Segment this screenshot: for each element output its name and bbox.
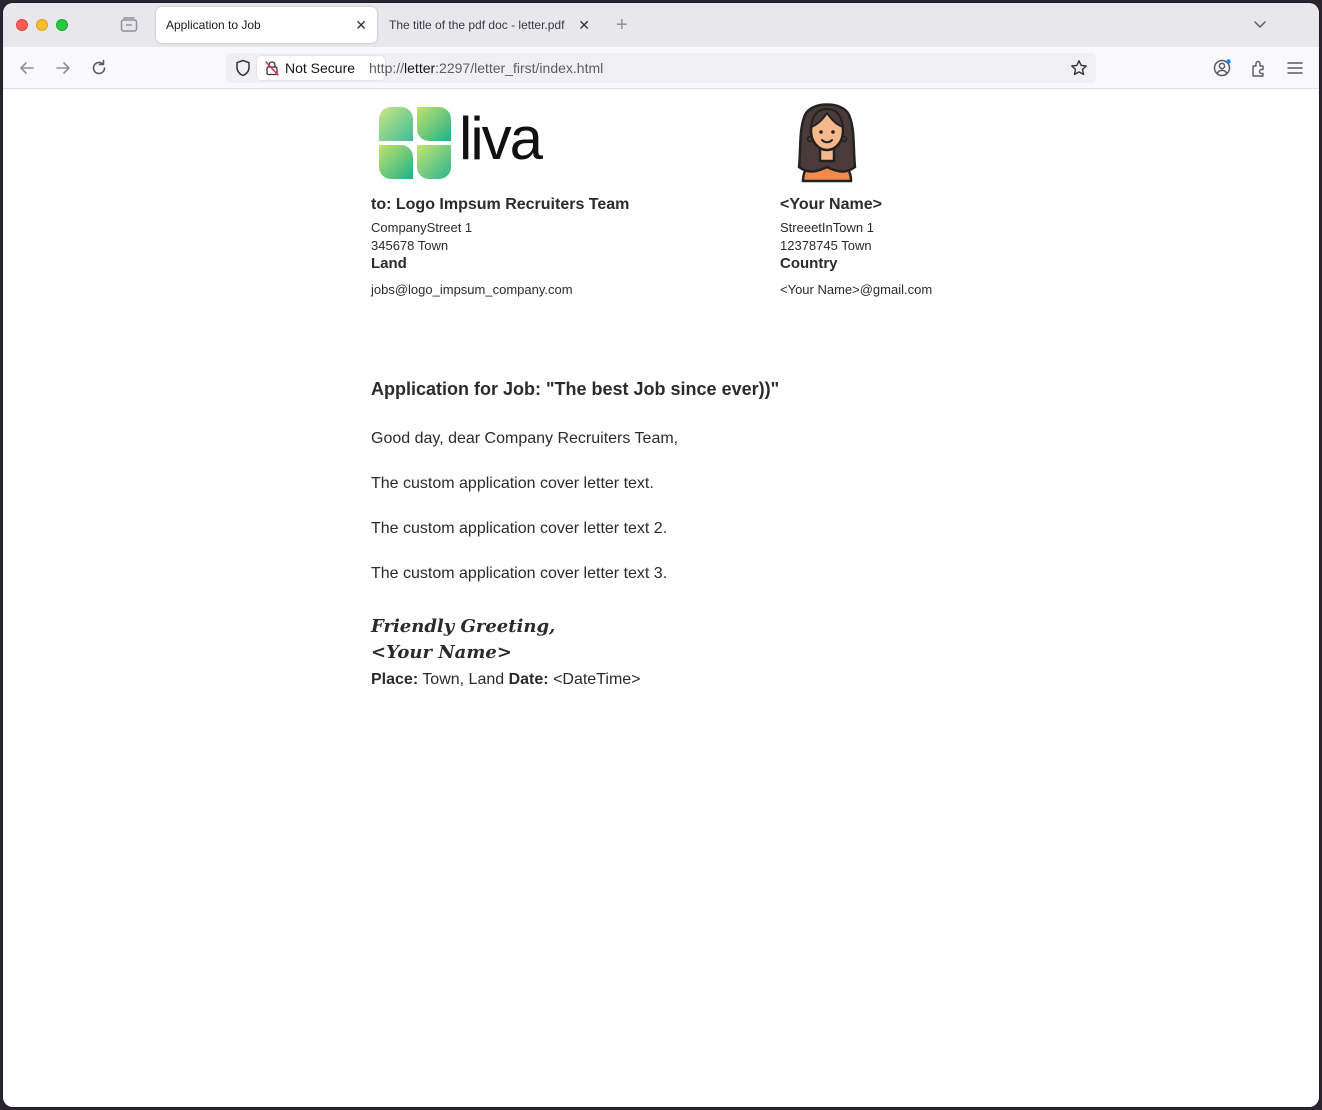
tab-title: The title of the pdf doc - letter.pdf (389, 18, 565, 32)
window-close-button[interactable] (16, 19, 28, 31)
company-logo-icon (379, 107, 451, 179)
sender-address: <Your Name> StreeetInTown 1 12378745 Tow… (780, 193, 1080, 299)
letter-closing: Friendly Greeting, (371, 616, 556, 637)
letter-subject: Application for Job: "The best Job since… (371, 379, 780, 399)
url-prefix: http:// (369, 60, 405, 76)
close-icon[interactable]: ✕ (578, 7, 590, 43)
url-host: letter (404, 60, 436, 76)
page-content: liva to: Logo Impsum Recruiters Team Com… (3, 89, 1319, 1107)
company-logo-text: liva (459, 105, 543, 172)
url-path: :2297/letter_first/index.html (435, 60, 604, 76)
new-tab-button[interactable]: + (616, 11, 628, 39)
tabs-overview-icon[interactable] (119, 15, 139, 35)
account-icon[interactable] (1212, 58, 1232, 78)
recipient-street: CompanyStreet 1 (371, 220, 473, 235)
hamburger-menu-icon[interactable] (1285, 58, 1305, 78)
back-arrow-icon[interactable] (17, 58, 37, 78)
letter-paragraph: The custom application cover letter text… (371, 565, 668, 582)
place-value: Town, Land (422, 671, 505, 688)
recipient-zip-town: 345678 Town (371, 238, 449, 253)
window-minimize-button[interactable] (36, 19, 48, 31)
extensions-icon[interactable] (1249, 58, 1269, 78)
tab-application-to-job[interactable]: Application to Job ✕ (156, 7, 377, 43)
sender-zip-town: 12378745 Town (780, 238, 872, 253)
shield-icon[interactable] (234, 59, 252, 77)
tab-bar: Application to Job ✕ The title of the pd… (3, 3, 1319, 47)
date-value: <DateTime> (553, 671, 641, 688)
letter-signature: <Your Name> (371, 642, 512, 663)
recipient-email: jobs@logo_impsum_company.com (371, 282, 573, 297)
url-text[interactable]: http://letter:2297/letter_first/index.ht… (369, 53, 603, 83)
tab-letter-pdf[interactable]: The title of the pdf doc - letter.pdf ✕ (379, 7, 600, 43)
browser-window: Application to Job ✕ The title of the pd… (3, 3, 1319, 1107)
close-icon[interactable]: ✕ (355, 7, 367, 43)
recipient-heading: to: Logo Impsum Recruiters Team (371, 196, 630, 213)
place-date-line: Place: Town, Land Date: <DateTime> (371, 671, 641, 689)
sender-email: <Your Name>@gmail.com (780, 282, 933, 297)
window-maximize-button[interactable] (56, 19, 68, 31)
sender-street: StreeetInTown 1 (780, 220, 874, 235)
insecure-lock-icon (265, 61, 279, 76)
date-label: Date: (508, 671, 549, 688)
recipient-country: Land (371, 255, 407, 272)
bookmark-star-icon[interactable] (1070, 59, 1088, 77)
reload-icon[interactable] (89, 58, 109, 78)
sender-country: Country (780, 255, 838, 272)
sender-heading: <Your Name> (780, 196, 882, 213)
avatar (797, 103, 857, 183)
letter-paragraph: The custom application cover letter text… (371, 475, 654, 492)
tab-title: Application to Job (166, 18, 261, 32)
address-bar[interactable]: Not Secure http://letter:2297/letter_fir… (226, 53, 1096, 83)
site-security-button[interactable]: Not Secure (257, 56, 385, 80)
letter-paragraph: The custom application cover letter text… (371, 520, 668, 537)
security-label: Not Secure (285, 60, 356, 76)
navigation-toolbar: Not Secure http://letter:2297/letter_fir… (3, 47, 1319, 89)
letter-salutation: Good day, dear Company Recruiters Team, (371, 430, 679, 447)
forward-arrow-icon[interactable] (53, 58, 73, 78)
place-label: Place: (371, 671, 419, 688)
chevron-down-icon[interactable] (1253, 17, 1267, 31)
recipient-address: to: Logo Impsum Recruiters Team CompanyS… (371, 193, 751, 299)
